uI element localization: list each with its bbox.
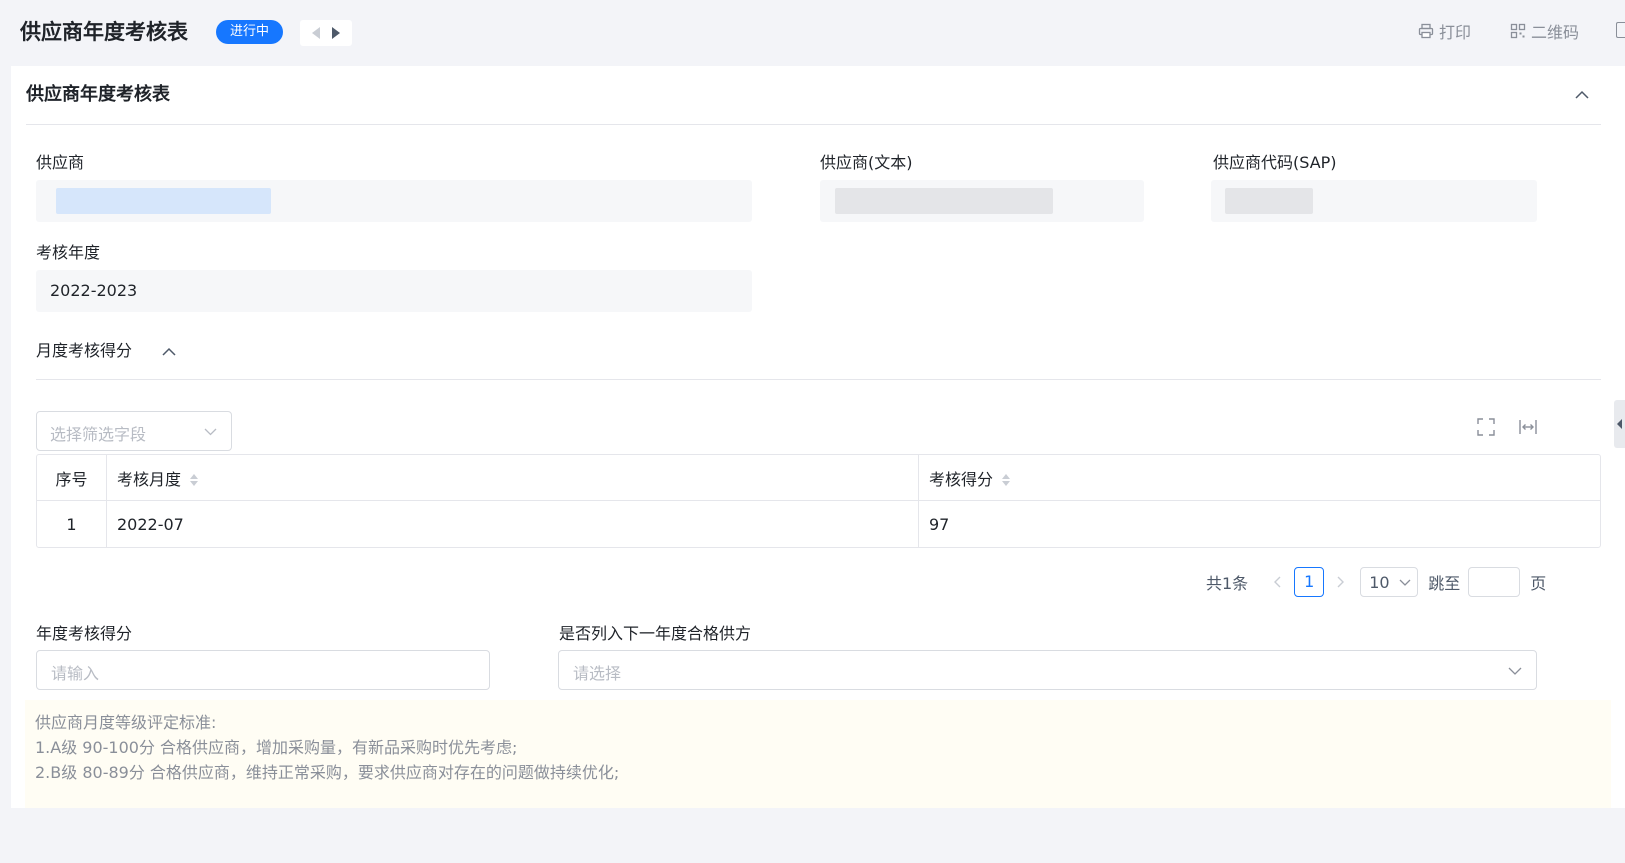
- monthly-score-table: 序号 考核月度 考核得分 1 2022-07 97: [36, 454, 1601, 548]
- supplier-text-label: 供应商(文本): [820, 153, 913, 172]
- fullscreen-icon[interactable]: [1476, 417, 1496, 437]
- monthly-section-header: 月度考核得分: [36, 336, 1601, 380]
- form-card: 供应商年度考核表 供应商 供应商(文本) 供应商代码(SAP) 考核年度 202…: [11, 66, 1625, 808]
- redacted-supplier-code: [1225, 188, 1313, 214]
- page-size-value: 10: [1369, 572, 1390, 592]
- column-header-month[interactable]: 考核月度: [107, 455, 919, 501]
- monthly-section-title: 月度考核得分: [36, 341, 133, 360]
- qr-code-label: 二维码: [1531, 23, 1580, 42]
- year-label: 考核年度: [36, 243, 101, 262]
- cell-score: 97: [929, 514, 950, 534]
- top-bar: 供应商年度考核表 进行中 打印 二维码: [0, 0, 1625, 64]
- chevron-up-icon[interactable]: [161, 344, 177, 360]
- page-button-current[interactable]: 1: [1294, 567, 1325, 597]
- section-header: 供应商年度考核表: [26, 66, 1601, 125]
- filter-field-select[interactable]: 选择筛选字段: [36, 411, 232, 451]
- notice-line: 2.B级 80-89分 合格供应商，维持正常采购，要求供应商对存在的问题做持续优…: [35, 763, 620, 782]
- notice-line: 供应商月度等级评定标准:: [35, 713, 217, 732]
- cell-month: 2022-07: [107, 501, 919, 547]
- annual-score-placeholder: 请输入: [51, 664, 100, 683]
- grading-standard-notice: 供应商月度等级评定标准: 1.A级 90-100分 合格供应商，增加采购量，有新…: [25, 700, 1611, 808]
- column-width-icon[interactable]: [1518, 417, 1538, 437]
- side-panel-toggle[interactable]: [1614, 400, 1625, 448]
- column-header-score[interactable]: 考核得分: [919, 455, 1600, 501]
- column-header-index: 序号: [37, 455, 107, 501]
- printer-icon: [1418, 23, 1434, 39]
- section-title: 供应商年度考核表: [26, 84, 170, 105]
- prev-page-icon[interactable]: [1266, 570, 1290, 594]
- chevron-down-icon: [1399, 579, 1411, 586]
- page-unit-label: 页: [1530, 574, 1547, 593]
- table-row[interactable]: 1 2022-07 97: [37, 501, 1600, 547]
- more-actions-icon[interactable]: [1616, 22, 1625, 38]
- jump-label: 跳至: [1428, 574, 1461, 593]
- annual-score-label: 年度考核得分: [36, 624, 133, 643]
- next-page-icon[interactable]: [1328, 570, 1352, 594]
- jump-page-input[interactable]: [1468, 567, 1521, 597]
- supplier-code-label: 供应商代码(SAP): [1213, 153, 1337, 172]
- chevron-down-icon: [1508, 667, 1522, 675]
- qr-code-icon: [1510, 23, 1526, 39]
- chevron-up-icon[interactable]: [1573, 86, 1591, 104]
- qualified-supplier-label: 是否列入下一年度合格供方: [559, 624, 752, 643]
- redacted-supplier: [56, 188, 271, 214]
- sort-icon[interactable]: [189, 472, 199, 488]
- pagination-total: 共1条: [1206, 574, 1249, 593]
- prev-record-icon[interactable]: [312, 27, 320, 39]
- chevron-down-icon: [204, 428, 217, 436]
- annual-score-input[interactable]: 请输入: [36, 650, 490, 690]
- supplier-label: 供应商: [36, 153, 85, 172]
- notice-line: 1.A级 90-100分 合格供应商，增加采购量，有新品采购时优先考虑;: [35, 738, 518, 757]
- record-navigation: [300, 20, 352, 46]
- status-badge: 进行中: [216, 20, 284, 44]
- pagination: 共1条 1 10 跳至 页: [1206, 566, 1546, 598]
- next-record-icon[interactable]: [332, 27, 340, 39]
- year-field: 2022-2023: [36, 270, 752, 312]
- print-button[interactable]: 打印: [1418, 18, 1471, 44]
- print-label: 打印: [1439, 23, 1472, 42]
- redacted-supplier-text: [835, 188, 1053, 214]
- qualified-supplier-placeholder: 请选择: [573, 664, 622, 683]
- filter-placeholder: 选择筛选字段: [50, 425, 147, 444]
- qualified-supplier-select[interactable]: 请选择: [558, 650, 1537, 690]
- qr-code-button[interactable]: 二维码: [1510, 18, 1579, 44]
- page-size-select[interactable]: 10: [1360, 567, 1419, 597]
- table-header-row: 序号 考核月度 考核得分: [37, 455, 1600, 501]
- cell-index: 1: [37, 501, 107, 547]
- caret-left-icon: [1617, 419, 1622, 429]
- page-title: 供应商年度考核表: [20, 20, 188, 44]
- sort-icon[interactable]: [1001, 472, 1011, 488]
